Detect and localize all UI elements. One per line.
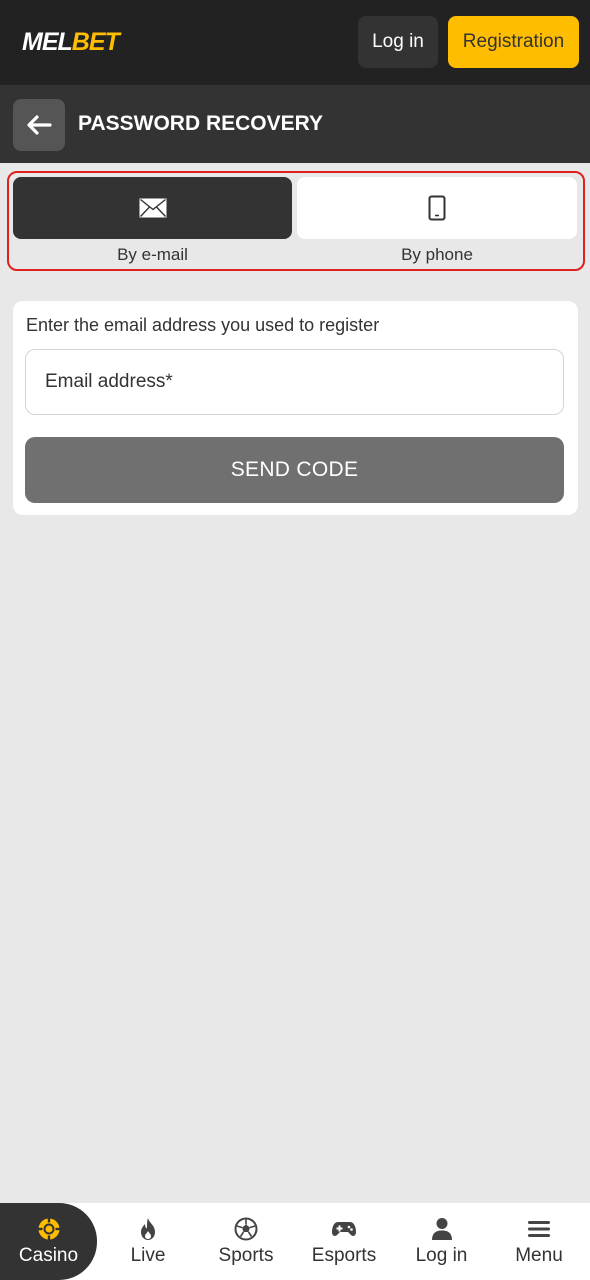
tab-by-email-label: By e-mail bbox=[117, 245, 188, 264]
top-bar: MELBET Log in Registration bbox=[0, 0, 590, 85]
back-button[interactable] bbox=[13, 99, 65, 151]
envelope-icon bbox=[139, 198, 166, 218]
email-input[interactable] bbox=[25, 349, 564, 415]
user-icon bbox=[431, 1218, 452, 1240]
nav-item-sports[interactable]: Sports bbox=[197, 1203, 295, 1280]
registration-button[interactable]: Registration bbox=[448, 16, 579, 68]
tab-by-phone[interactable] bbox=[297, 177, 577, 239]
nav-item-login[interactable]: Log in bbox=[393, 1203, 490, 1280]
logo-text-bet: BET bbox=[71, 28, 120, 56]
login-button[interactable]: Log in bbox=[358, 16, 438, 68]
nav-item-casino[interactable]: Casino bbox=[0, 1203, 97, 1280]
email-recovery-form: Enter the email address you used to regi… bbox=[13, 301, 578, 515]
nav-label-login: Log in bbox=[415, 1245, 468, 1266]
smartphone-icon bbox=[428, 195, 446, 221]
nav-label-casino: Casino bbox=[18, 1245, 79, 1266]
arrow-left-icon bbox=[27, 115, 52, 135]
hamburger-menu-icon bbox=[528, 1221, 550, 1237]
tab-by-phone-label: By phone bbox=[401, 245, 473, 264]
nav-item-menu[interactable]: Menu bbox=[490, 1203, 588, 1280]
form-hint: Enter the email address you used to regi… bbox=[26, 315, 380, 335]
nav-label-sports: Sports bbox=[218, 1245, 274, 1266]
soccer-ball-icon bbox=[234, 1217, 258, 1241]
tab-by-email[interactable] bbox=[13, 177, 292, 239]
casino-chip-icon bbox=[38, 1218, 59, 1240]
flame-icon bbox=[141, 1218, 155, 1240]
nav-label-esports: Esports bbox=[311, 1245, 377, 1266]
nav-item-live[interactable]: Live bbox=[99, 1203, 197, 1280]
nav-label-live: Live bbox=[130, 1245, 166, 1266]
page-header: PASSWORD RECOVERY bbox=[0, 85, 590, 163]
nav-item-esports[interactable]: Esports bbox=[295, 1203, 393, 1280]
logo-text-mel: MEL bbox=[22, 28, 73, 56]
page-title: PASSWORD RECOVERY bbox=[78, 112, 324, 135]
gamepad-icon bbox=[332, 1222, 356, 1236]
send-code-button[interactable]: SEND CODE bbox=[25, 437, 564, 503]
melbet-logo[interactable]: MELBET bbox=[22, 28, 120, 56]
nav-label-menu: Menu bbox=[515, 1245, 563, 1266]
bottom-nav: Casino Live Sports Esports Log in Menu bbox=[0, 1203, 590, 1280]
